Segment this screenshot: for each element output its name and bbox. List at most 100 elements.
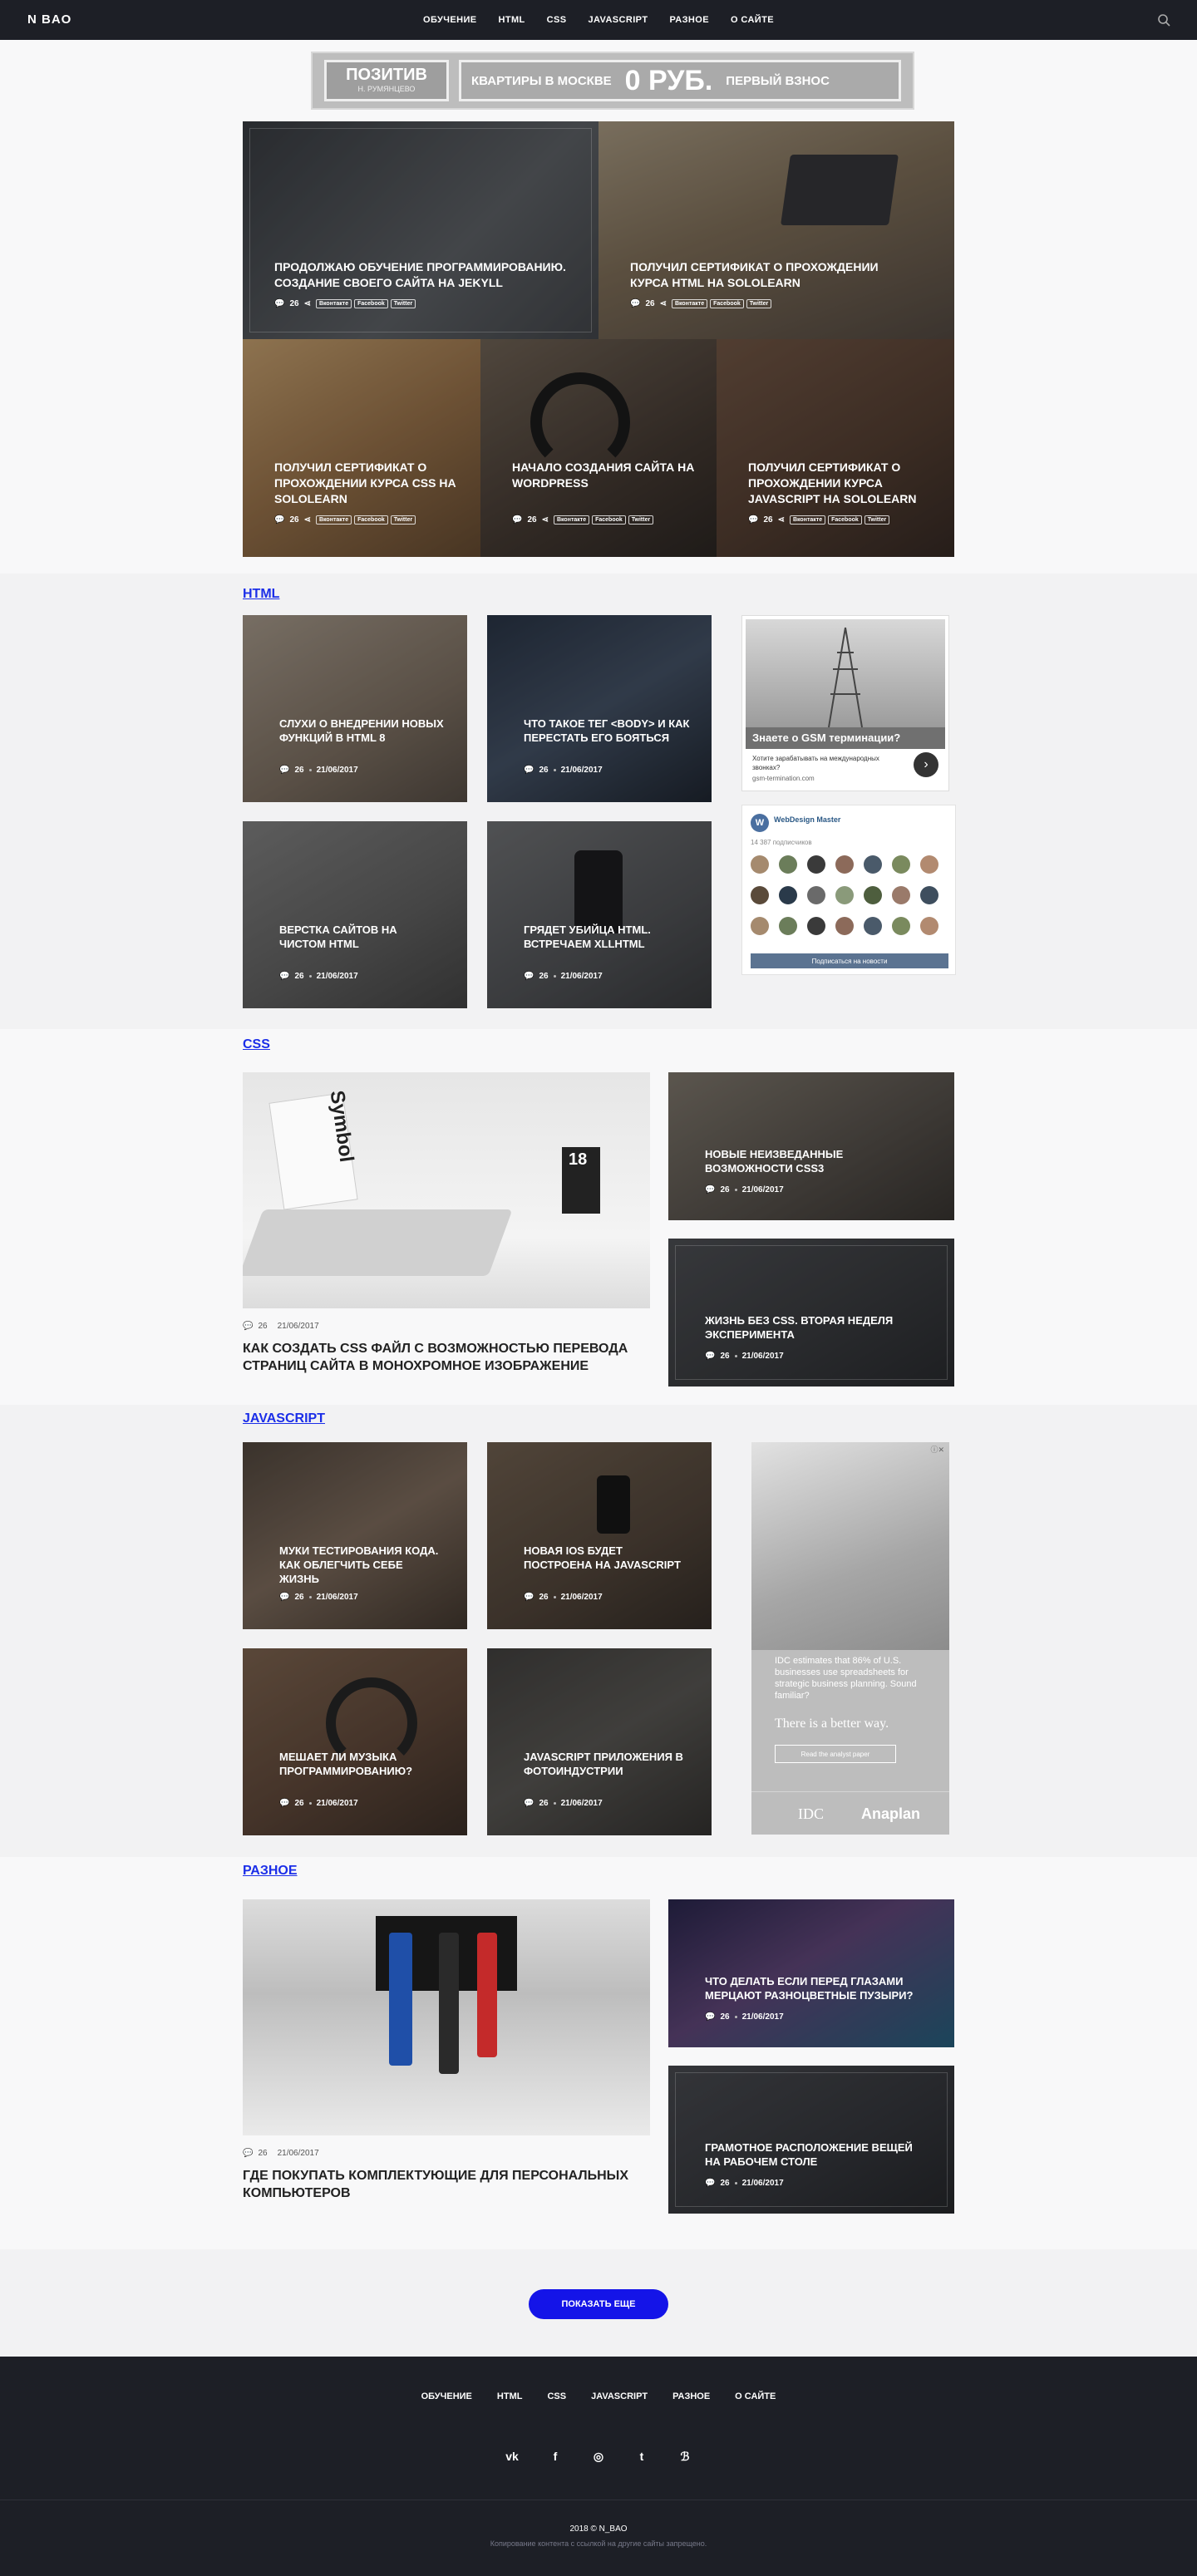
gsm-ad[interactable]: Знаете о GSM терминации? Хотите зарабаты…	[741, 615, 949, 791]
subscriber-avatar[interactable]	[920, 886, 938, 904]
ad-cta-button[interactable]: Read the analyst paper	[775, 1745, 896, 1763]
subscriber-avatar[interactable]	[920, 917, 938, 935]
subscriber-avatar[interactable]	[779, 917, 797, 935]
twitter-icon[interactable]: t	[631, 2445, 653, 2467]
comment-icon: 💬	[748, 515, 759, 525]
nav-item-learning[interactable]: ОБУЧЕНИЕ	[423, 15, 476, 25]
subscriber-avatar[interactable]	[807, 917, 825, 935]
share-fb[interactable]: Facebook	[828, 515, 862, 525]
css-big-post-title[interactable]: КАК СОЗДАТЬ CSS ФАЙЛ С ВОЗМОЖНОСТЬЮ ПЕРЕ…	[243, 1340, 642, 1375]
footer-note: Копирование контента с ссылкой на другие…	[490, 2539, 707, 2548]
subscriber-avatar[interactable]	[892, 886, 910, 904]
footer-nav-html[interactable]: HTML	[497, 2391, 523, 2401]
subscriber-avatar[interactable]	[835, 855, 854, 874]
subscriber-avatar[interactable]	[892, 855, 910, 874]
subscriber-avatar[interactable]	[892, 917, 910, 935]
share-vk[interactable]: Вконтакте	[553, 515, 590, 525]
chevron-right-icon[interactable]: ›	[914, 752, 938, 777]
blogger-icon[interactable]: ℬ	[674, 2445, 696, 2467]
hero-post-3[interactable]: ПОЛУЧИЛ СЕРТИФИКАТ О ПРОХОЖДЕНИИ КУРСА C…	[243, 339, 480, 557]
load-more-button[interactable]: ПОКАЗАТЬ ЕЩЕ	[529, 2289, 668, 2319]
section-title-html[interactable]: HTML	[243, 587, 279, 602]
footer-nav-javascript[interactable]: JAVASCRIPT	[591, 2391, 648, 2401]
subscriber-avatar[interactable]	[864, 917, 882, 935]
js-post-1[interactable]: МУКИ ТЕСТИРОВАНИЯ КОДА. КАК ОБЛЕГЧИТЬ СЕ…	[243, 1442, 467, 1629]
footer-nav-css[interactable]: CSS	[547, 2391, 566, 2401]
subscriber-avatar[interactable]	[835, 886, 854, 904]
hero-post-5[interactable]: ПОЛУЧИЛ СЕРТИФИКАТ О ПРОХОЖДЕНИИ КУРСА J…	[717, 339, 954, 557]
css-post-2[interactable]: ЖИЗНЬ БЕЗ CSS. ВТОРАЯ НЕДЕЛЯ ЭКСПЕРИМЕНТ…	[668, 1239, 954, 1387]
vk-group-name[interactable]: WebDesign Master	[774, 815, 840, 824]
misc-post-2[interactable]: ГРАМОТНОЕ РАСПОЛОЖЕНИЕ ВЕЩЕЙ НА РАБОЧЕМ …	[668, 2066, 954, 2214]
share-fb[interactable]: Facebook	[354, 515, 388, 525]
section-title-css[interactable]: CSS	[243, 1037, 270, 1052]
share-tw[interactable]: Twitter	[864, 515, 890, 525]
js-post-4[interactable]: JAVASCRIPT ПРИЛОЖЕНИЯ В ФОТОИНДУСТРИИ 💬 2…	[487, 1648, 712, 1835]
post-meta: 💬 26 21/06/2017	[279, 1593, 358, 1602]
search-icon[interactable]	[1157, 13, 1170, 27]
share-fb[interactable]: Facebook	[354, 299, 388, 308]
html-post-4[interactable]: ГРЯДЕТ УБИЙЦА HTML. ВСТРЕЧАЕМ XLLHTML 💬 2…	[487, 821, 712, 1008]
subscriber-avatar[interactable]	[835, 917, 854, 935]
hero-post-1[interactable]: ПРОДОЛЖАЮ ОБУЧЕНИЕ ПРОГРАММИРОВАНИЮ. СОЗ…	[243, 121, 598, 339]
html-post-3[interactable]: ВЕРСТКА САЙТОВ НА ЧИСТОМ HTML 💬 26 21/06/2…	[243, 821, 467, 1008]
subscriber-avatar[interactable]	[864, 855, 882, 874]
misc-big-post-title[interactable]: ГДЕ ПОКУПАТЬ КОМПЛЕКТУЮЩИЕ ДЛЯ ПЕРСОНАЛЬ…	[243, 2167, 642, 2202]
facebook-icon[interactable]: f	[544, 2445, 566, 2467]
js-post-3[interactable]: МЕШАЕТ ЛИ МУЗЫКА ПРОГРАММИРОВАНИЮ? 💬 26 21…	[243, 1648, 467, 1835]
top-banner-ad[interactable]: ПОЗИТИВ Н. РУМЯНЦЕВО КВАРТИРЫ В МОСКВЕ 0 Р…	[311, 52, 914, 110]
post-meta: 💬 26 21/06/2017	[243, 2149, 319, 2158]
css-post-1[interactable]: НОВЫЕ НЕИЗВЕДАННЫЕ ВОЗМОЖНОСТИ CSS3 💬 26 2…	[668, 1072, 954, 1220]
subscriber-avatar[interactable]	[807, 886, 825, 904]
footer-nav-learning[interactable]: ОБУЧЕНИЕ	[421, 2391, 472, 2401]
subscriber-avatar[interactable]	[751, 855, 769, 874]
css-big-post-image[interactable]: Symbol 18	[243, 1072, 650, 1308]
share-tw[interactable]: Twitter	[390, 299, 416, 308]
comment-icon: 💬	[274, 515, 285, 525]
footer-nav-misc[interactable]: РАЗНОЕ	[672, 2391, 710, 2401]
nav-item-about[interactable]: О САЙТЕ	[731, 15, 774, 25]
html-post-2[interactable]: ЧТО ТАКОЕ ТЕГ <BODY> И КАК ПЕРЕСТАТЬ ЕГО…	[487, 615, 712, 802]
comment-icon: 💬	[705, 2179, 716, 2188]
nav-item-html[interactable]: HTML	[499, 15, 525, 25]
post-meta: 💬 26 21/06/2017	[705, 2179, 784, 2188]
share-vk[interactable]: Вконтакте	[789, 515, 826, 525]
footer-nav-about[interactable]: О САЙТЕ	[735, 2391, 776, 2401]
post-title: НАЧАЛО СОЗДАНИЯ САЙТА НА WORDPRESS	[512, 461, 695, 490]
share-tw[interactable]: Twitter	[628, 515, 654, 525]
vk-subscribe-button[interactable]: Подписаться на новости	[751, 953, 948, 968]
vk-icon[interactable]: vk	[501, 2445, 523, 2467]
share-vk[interactable]: Вконтакте	[671, 299, 708, 308]
footer-nav: ОБУЧЕНИЕ HTML CSS JAVASCRIPT РАЗНОЕ О СА…	[0, 2391, 1197, 2401]
share-fb[interactable]: Facebook	[592, 515, 626, 525]
js-post-2[interactable]: НОВАЯ IOS БУДЕТ ПОСТРОЕНА НА JAVASCRIPT …	[487, 1442, 712, 1629]
nav-item-misc[interactable]: РАЗНОЕ	[670, 15, 709, 25]
hero-post-2[interactable]: ПОЛУЧИЛ СЕРТИФИКАТ О ПРОХОЖДЕНИИ КУРСА H…	[598, 121, 954, 339]
nav-item-css[interactable]: CSS	[547, 15, 567, 25]
subscriber-avatar[interactable]	[864, 886, 882, 904]
calendar-shape: 18	[562, 1147, 600, 1214]
anaplan-ad[interactable]: ⓘ✕ IDC estimates that 86% of U.S. busine…	[751, 1442, 949, 1835]
subscriber-avatar[interactable]	[779, 886, 797, 904]
misc-big-post-image[interactable]	[243, 1899, 650, 2135]
share-tw[interactable]: Twitter	[390, 515, 416, 525]
html-post-1[interactable]: СЛУХИ О ВНЕДРЕНИИ НОВЫХ ФУНКЦИЙ В HTML 8…	[243, 615, 467, 802]
section-title-misc[interactable]: РАЗНОЕ	[243, 1864, 298, 1879]
hero-post-4[interactable]: НАЧАЛО СОЗДАНИЯ САЙТА НА WORDPRESS 💬 26 ⋖ …	[480, 339, 717, 557]
ad-image	[746, 619, 945, 728]
section-title-javascript[interactable]: JAVASCRIPT	[243, 1411, 325, 1426]
share-tw[interactable]: Twitter	[746, 299, 772, 308]
comment-icon: 💬	[279, 972, 290, 981]
subscriber-avatar[interactable]	[807, 855, 825, 874]
nav-item-javascript[interactable]: JAVASCRIPT	[588, 15, 648, 25]
instagram-icon[interactable]: ◎	[588, 2445, 609, 2467]
subscriber-avatar[interactable]	[751, 886, 769, 904]
subscriber-avatar[interactable]	[779, 855, 797, 874]
ad-close-icon[interactable]: ⓘ✕	[930, 1444, 944, 1455]
share-fb[interactable]: Facebook	[710, 299, 744, 308]
subscriber-avatar[interactable]	[920, 855, 938, 874]
share-vk[interactable]: Вконтакте	[315, 299, 352, 308]
subscriber-avatar[interactable]	[751, 917, 769, 935]
share-vk[interactable]: Вконтакте	[315, 515, 352, 525]
misc-post-1[interactable]: ЧТО ДЕЛАТЬ ЕСЛИ ПЕРЕД ГЛАЗАМИ МЕРЦАЮТ РА…	[668, 1899, 954, 2047]
